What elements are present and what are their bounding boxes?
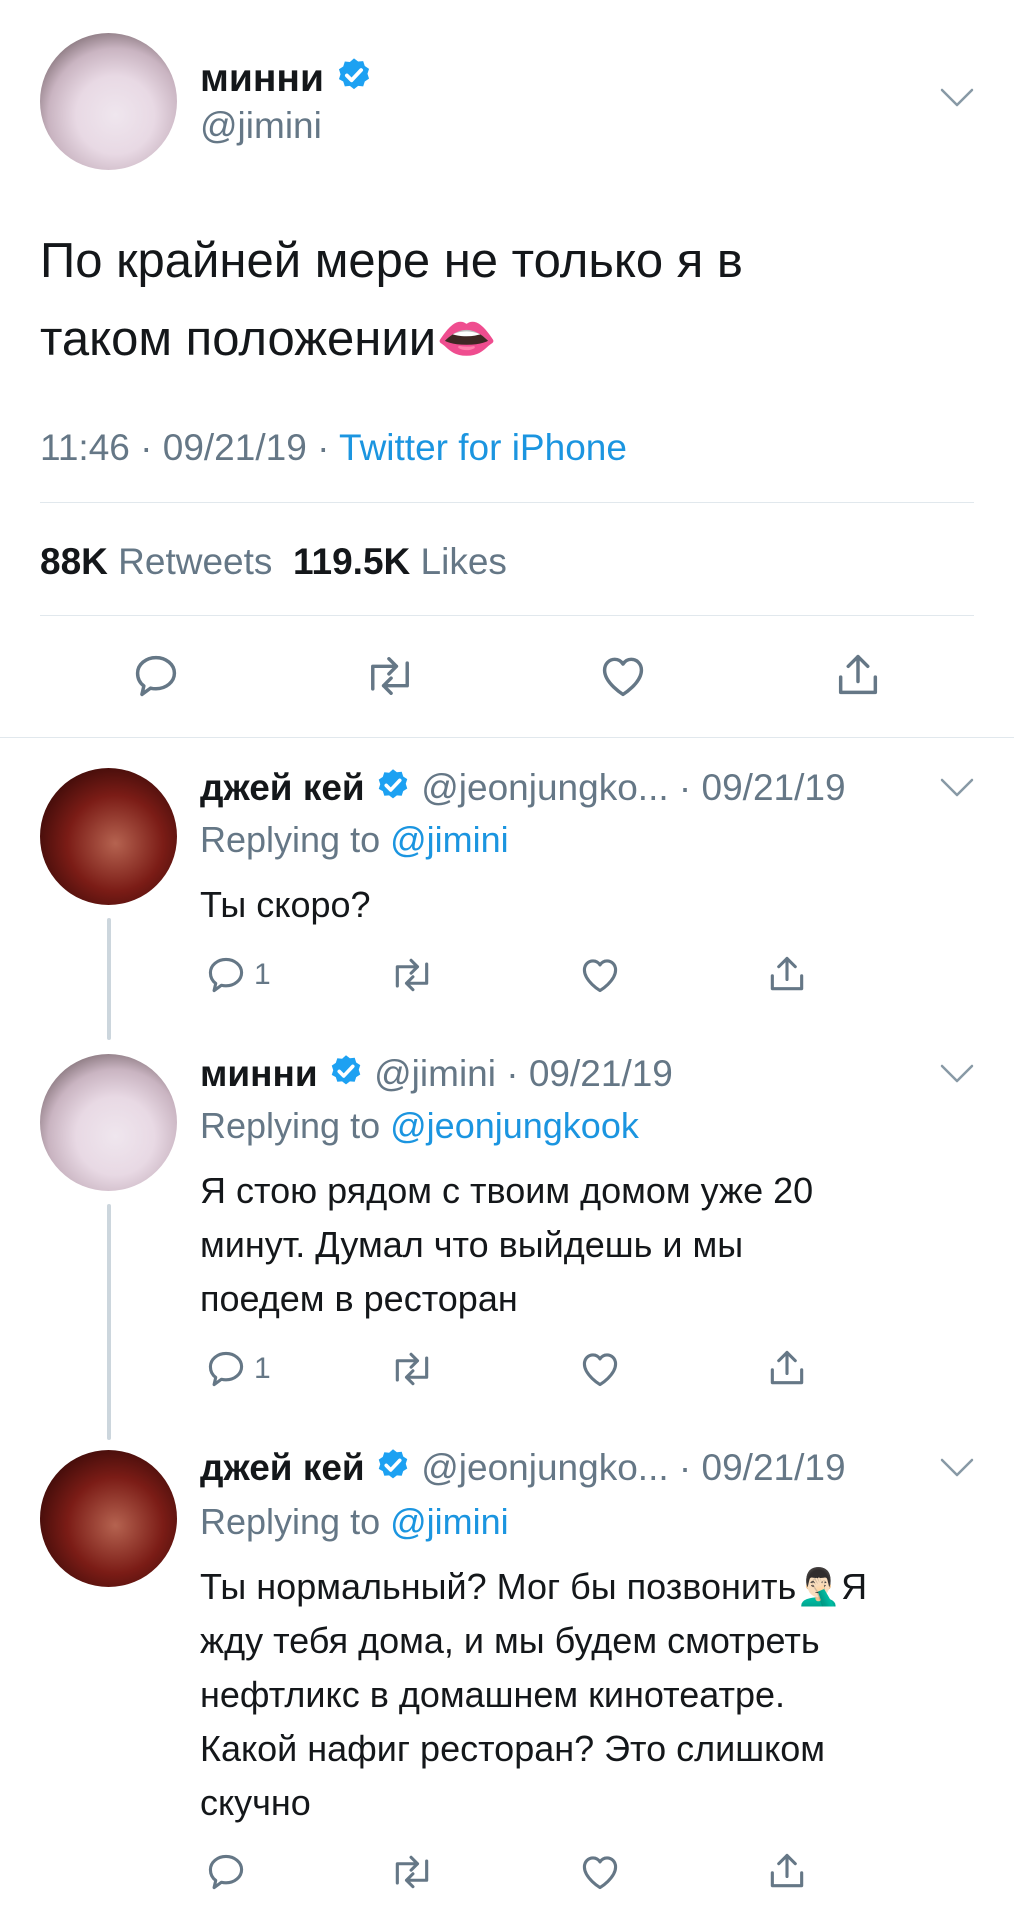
like-icon[interactable] bbox=[577, 1347, 623, 1391]
replying-to-link[interactable]: @jimini bbox=[390, 1501, 509, 1542]
meta-separator: · bbox=[140, 427, 153, 468]
tweet-date: 09/21/19 bbox=[162, 427, 307, 468]
replying-to: Replying to @jeonjungkook bbox=[200, 1104, 639, 1148]
reply-handle[interactable]: @jeonjungko... bbox=[421, 1447, 668, 1488]
replying-label: Replying to bbox=[200, 1105, 381, 1146]
reply-handle[interactable]: @jimini bbox=[374, 1053, 496, 1094]
chevron-down-icon[interactable] bbox=[940, 1064, 974, 1084]
display-name[interactable]: джей кей bbox=[200, 1447, 365, 1488]
reply-text-line: поедем в ресторан bbox=[200, 1278, 518, 1319]
main-tweet-author[interactable]: минни bbox=[200, 56, 373, 105]
reply-icon[interactable] bbox=[204, 1850, 248, 1894]
share-icon[interactable] bbox=[832, 648, 884, 702]
share-icon[interactable] bbox=[765, 1345, 809, 1391]
reply-text-span: Ты нормальный? Мог бы позвонить bbox=[200, 1566, 797, 1607]
likes-label[interactable]: Likes bbox=[421, 541, 507, 582]
thread-line bbox=[107, 918, 111, 1040]
display-name: минни bbox=[200, 57, 324, 100]
retweets-label[interactable]: Retweets bbox=[118, 541, 272, 582]
meta-separator: · bbox=[317, 427, 330, 468]
reply-avatar[interactable] bbox=[40, 1450, 177, 1587]
reply-text-line: Ты скоро? bbox=[200, 884, 371, 925]
main-tweet-meta: 11:46 · 09/21/19 · Twitter for iPhone bbox=[40, 426, 627, 470]
thread-line bbox=[107, 1204, 111, 1440]
reply-icon[interactable]: 1 bbox=[204, 1347, 271, 1391]
reply-avatar[interactable] bbox=[40, 1054, 177, 1191]
reply-count: 1 bbox=[254, 1352, 271, 1385]
verified-badge-icon bbox=[335, 56, 373, 105]
retweets-count[interactable]: 88K bbox=[40, 541, 108, 582]
replying-to: Replying to @jimini bbox=[200, 1500, 509, 1544]
reply-header: джей кей @jeonjungko... · 09/21/19 bbox=[200, 1446, 846, 1493]
share-icon[interactable] bbox=[765, 1848, 809, 1894]
reply-icon[interactable] bbox=[130, 650, 182, 702]
meta-separator: · bbox=[506, 1053, 519, 1094]
likes-count[interactable]: 119.5K bbox=[293, 541, 410, 582]
replying-to-link[interactable]: @jeonjungkook bbox=[390, 1105, 639, 1146]
reply-text: Ты скоро? bbox=[200, 878, 1010, 932]
replying-label: Replying to bbox=[200, 1501, 381, 1542]
chevron-down-icon[interactable] bbox=[940, 88, 974, 108]
tweet-time: 11:46 bbox=[40, 427, 130, 468]
reply-text-line: жду тебя дома, и мы будем смотреть bbox=[200, 1620, 820, 1661]
display-name[interactable]: минни bbox=[200, 1053, 318, 1094]
main-tweet-avatar[interactable] bbox=[40, 33, 177, 170]
reply-count: 1 bbox=[254, 958, 271, 991]
reply-date: 09/21/19 bbox=[528, 1053, 673, 1094]
divider bbox=[0, 737, 1014, 738]
reply-text-line: Какой нафиг ресторан? Это слишком bbox=[200, 1728, 826, 1769]
retweet-icon[interactable] bbox=[388, 953, 436, 997]
tweet-text-span: таком положении bbox=[40, 312, 437, 366]
reply-text: Я стою рядом с твоим домом уже 20 минут.… bbox=[200, 1164, 1010, 1326]
replying-label: Replying to bbox=[200, 819, 381, 860]
retweet-icon[interactable] bbox=[388, 1850, 436, 1894]
facepalm-emoji: 🤦🏻‍♂️ bbox=[796, 1566, 842, 1607]
reply-text: Ты нормальный? Мог бы позвонить🤦🏻‍♂️Я жд… bbox=[200, 1560, 980, 1830]
replying-to: Replying to @jimini bbox=[200, 818, 509, 862]
engagement-stats: 88K Retweets 119.5K Likes bbox=[40, 540, 507, 584]
reply-text-line: Ты нормальный? Мог бы позвонить🤦🏻‍♂️Я bbox=[200, 1560, 980, 1614]
retweet-icon[interactable] bbox=[362, 650, 418, 702]
reply-icon[interactable]: 1 bbox=[204, 953, 271, 997]
chevron-down-icon[interactable] bbox=[940, 778, 974, 798]
reply-text-line: нефтликс в домашнем кинотеатре. bbox=[200, 1674, 785, 1715]
reply-text-span: Я bbox=[841, 1566, 868, 1607]
reply-header: джей кей @jeonjungko... · 09/21/19 bbox=[200, 766, 846, 813]
reply-text-line: Я стою рядом с твоим домом уже 20 bbox=[200, 1170, 814, 1211]
main-tweet-text: По крайней мере не только я в таком поло… bbox=[40, 222, 940, 378]
like-icon[interactable] bbox=[577, 953, 623, 997]
meta-separator: · bbox=[678, 767, 692, 808]
meta-separator: · bbox=[678, 1447, 692, 1488]
like-icon[interactable] bbox=[577, 1850, 623, 1894]
replying-to-link[interactable]: @jimini bbox=[390, 819, 509, 860]
divider bbox=[40, 615, 974, 616]
like-icon[interactable] bbox=[596, 650, 650, 702]
verified-badge-icon bbox=[375, 767, 411, 813]
reply-avatar[interactable] bbox=[40, 768, 177, 905]
lips-emoji: 👄 bbox=[436, 312, 498, 366]
tweet-text-line: таком положении👄 bbox=[40, 300, 940, 378]
reply-header: минни @jimini · 09/21/19 bbox=[200, 1052, 673, 1099]
reply-date: 09/21/19 bbox=[701, 767, 846, 808]
chevron-down-icon[interactable] bbox=[940, 1458, 974, 1478]
verified-badge-icon bbox=[375, 1447, 411, 1493]
reply-text-line: минут. Думал что выйдешь и мы bbox=[200, 1224, 744, 1265]
retweet-icon[interactable] bbox=[388, 1347, 436, 1391]
tweet-source-link[interactable]: Twitter for iPhone bbox=[339, 427, 627, 468]
reply-date: 09/21/19 bbox=[701, 1447, 846, 1488]
main-tweet-handle[interactable]: @jimini bbox=[200, 104, 322, 148]
reply-text-line: скучно bbox=[200, 1782, 311, 1823]
reply-handle[interactable]: @jeonjungko... bbox=[421, 767, 668, 808]
tweet-text-line: По крайней мере не только я в bbox=[40, 234, 743, 288]
divider bbox=[40, 502, 974, 503]
share-icon[interactable] bbox=[765, 951, 809, 997]
verified-badge-icon bbox=[328, 1053, 364, 1099]
display-name[interactable]: джей кей bbox=[200, 767, 365, 808]
